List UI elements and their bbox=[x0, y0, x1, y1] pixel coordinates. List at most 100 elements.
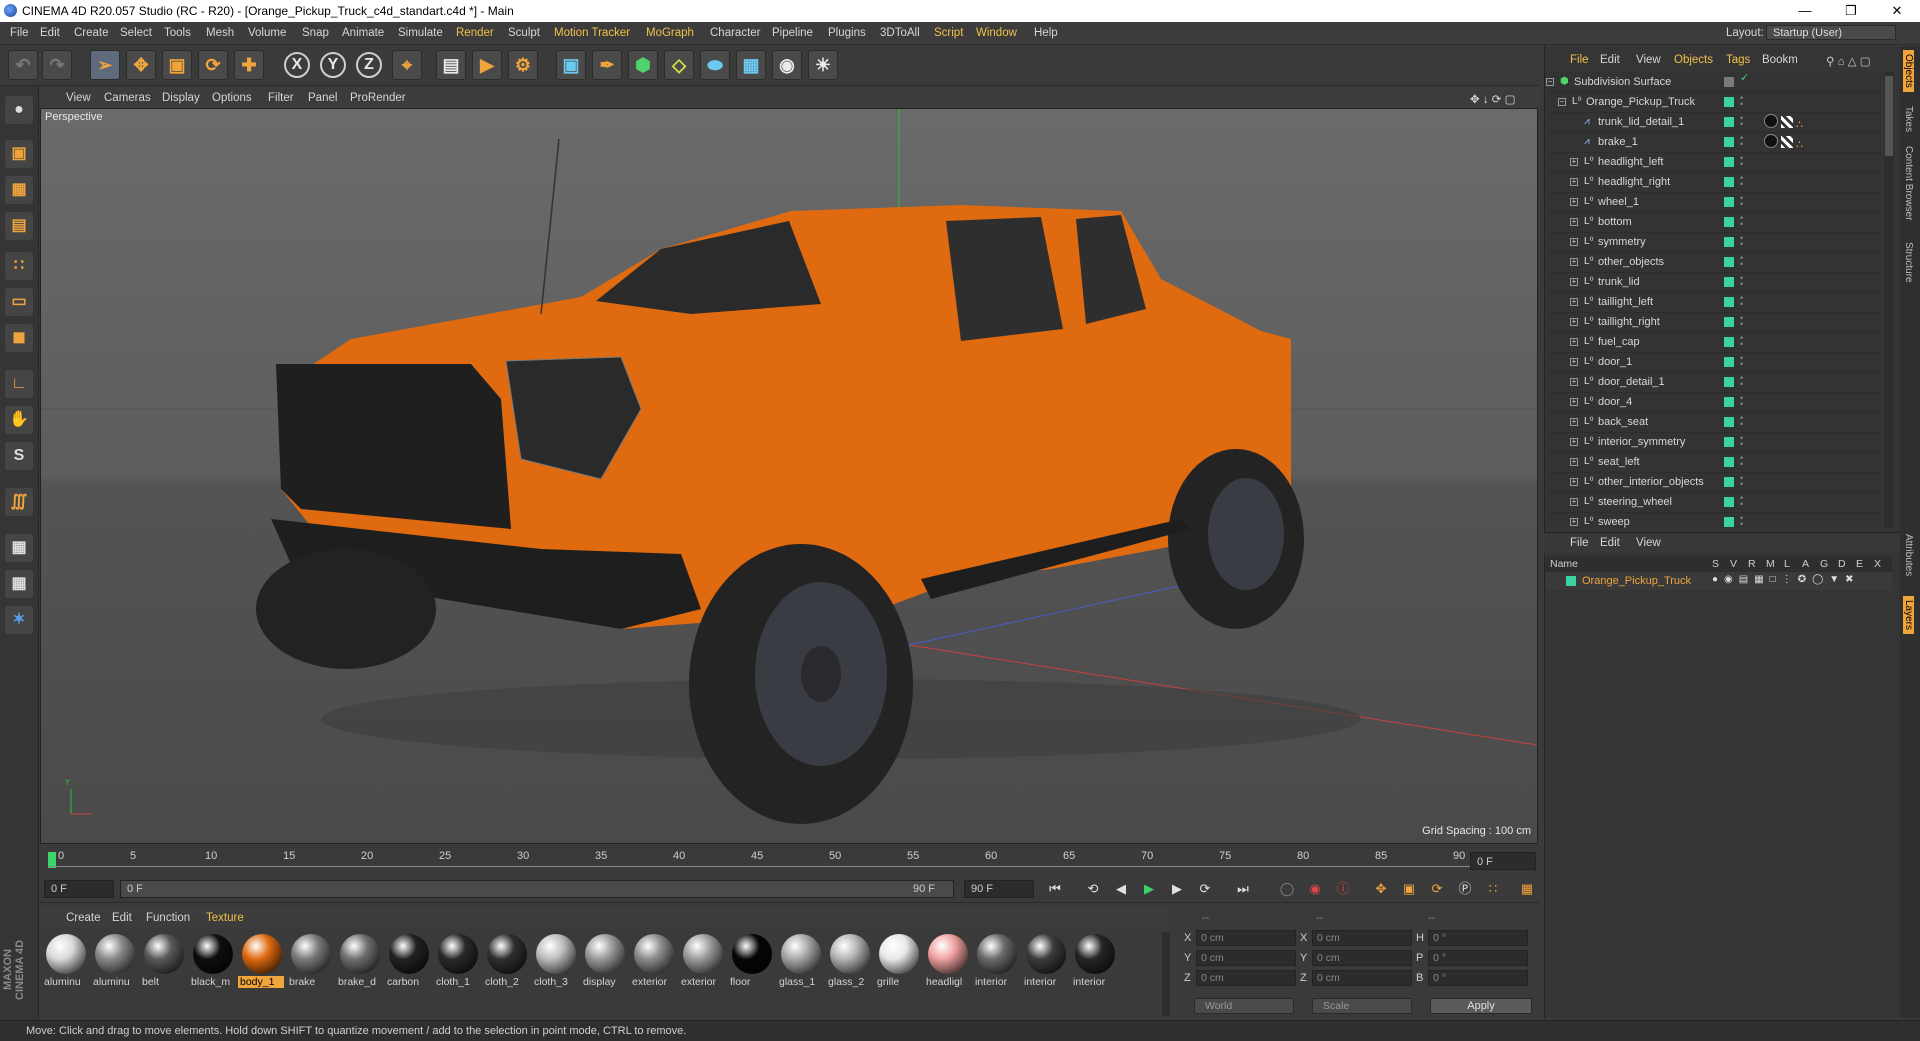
timeline-window-icon[interactable]: ▦ bbox=[1516, 879, 1538, 899]
goto-start-icon[interactable]: ⏮ bbox=[1044, 879, 1066, 899]
layer-color-icon[interactable] bbox=[1724, 517, 1734, 527]
visibility-toggle-icon[interactable]: • • bbox=[1740, 414, 1743, 429]
tab-takes[interactable]: Takes bbox=[1903, 106, 1914, 132]
material-menu-texture[interactable]: Texture bbox=[206, 912, 244, 924]
object-name[interactable]: door_1 bbox=[1598, 356, 1632, 368]
material-tags-icon[interactable]: ∴ bbox=[1764, 114, 1803, 131]
render-picture-viewer-icon[interactable]: ▶ bbox=[472, 50, 502, 80]
subdivision-surface-icon[interactable]: ⬢ bbox=[628, 50, 658, 80]
layer-color-icon[interactable] bbox=[1724, 337, 1734, 347]
coord-value-field[interactable]: 0 ° bbox=[1428, 950, 1528, 966]
object-name[interactable]: sweep bbox=[1598, 516, 1630, 528]
snapping-icon[interactable]: S bbox=[5, 442, 33, 470]
coordinate-system-icon[interactable]: ⌖ bbox=[392, 50, 422, 80]
keyframe-selection-icon[interactable]: ⓘ bbox=[1332, 879, 1354, 899]
material-swatch[interactable]: body_1 bbox=[238, 932, 284, 990]
object-row[interactable]: + L⁰ steering_wheel • • bbox=[1546, 492, 1882, 513]
object-row[interactable]: ⩘ brake_1 • • ∴ bbox=[1546, 132, 1882, 153]
visibility-toggle-icon[interactable]: • • bbox=[1740, 494, 1743, 509]
workplane-icon[interactable]: ▤ bbox=[5, 212, 33, 240]
object-name[interactable]: wheel_1 bbox=[1598, 196, 1639, 208]
expand-toggle-icon[interactable]: + bbox=[1570, 418, 1578, 426]
visibility-toggle-icon[interactable]: • • bbox=[1740, 474, 1743, 489]
x-axis-icon[interactable]: X bbox=[284, 52, 310, 78]
coord-value-field[interactable]: 0 cm bbox=[1196, 970, 1296, 986]
expand-toggle-icon[interactable]: + bbox=[1570, 178, 1578, 186]
viewport-menu-prorender[interactable]: ProRender bbox=[350, 92, 406, 104]
previous-key-icon[interactable]: ⟲ bbox=[1082, 879, 1104, 899]
cloner-icon[interactable]: ◇ bbox=[664, 50, 694, 80]
layer-color-icon[interactable] bbox=[1724, 437, 1734, 447]
coord-value-field[interactable]: 0 cm bbox=[1312, 930, 1412, 946]
viewport-menu-options[interactable]: Options bbox=[212, 92, 252, 104]
expand-toggle-icon[interactable]: + bbox=[1570, 378, 1578, 386]
menu-window[interactable]: Window bbox=[976, 27, 1017, 39]
material-swatch[interactable]: display bbox=[581, 932, 627, 990]
visibility-toggle-icon[interactable]: • • bbox=[1740, 454, 1743, 469]
object-name[interactable]: back_seat bbox=[1598, 416, 1648, 428]
scroll-thumb[interactable] bbox=[1885, 76, 1893, 156]
planar-workplane-icon[interactable]: ▦ bbox=[5, 570, 33, 598]
expand-toggle-icon[interactable]: + bbox=[1570, 498, 1578, 506]
deformer-icon[interactable]: ⬬ bbox=[700, 50, 730, 80]
layer-color-icon[interactable] bbox=[1724, 157, 1734, 167]
menu-volume[interactable]: Volume bbox=[248, 27, 286, 39]
menu-3dtoall[interactable]: 3DToAll bbox=[880, 27, 920, 39]
lock-workplane-icon[interactable]: ▦ bbox=[5, 534, 33, 562]
material-swatch[interactable]: interior bbox=[1022, 932, 1068, 990]
z-axis-icon[interactable]: Z bbox=[356, 52, 382, 78]
tab-objects[interactable]: Objects bbox=[1903, 50, 1914, 92]
object-row[interactable]: + L⁰ sweep • • bbox=[1546, 512, 1882, 528]
expand-toggle-icon[interactable]: + bbox=[1570, 518, 1578, 526]
redo-icon[interactable]: ↷ bbox=[42, 50, 72, 80]
layers-menu-file[interactable]: File bbox=[1570, 537, 1589, 549]
expand-toggle-icon[interactable]: + bbox=[1570, 338, 1578, 346]
object-row[interactable]: + L⁰ door_1 • • bbox=[1546, 352, 1882, 373]
object-name[interactable]: door_4 bbox=[1598, 396, 1632, 408]
expand-toggle-icon[interactable]: + bbox=[1570, 278, 1578, 286]
key-parameter-icon[interactable]: Ⓟ bbox=[1454, 879, 1476, 899]
y-axis-icon[interactable]: Y bbox=[320, 52, 346, 78]
material-swatch[interactable]: aluminu bbox=[42, 932, 88, 990]
coordinate-world-dropdown[interactable]: World bbox=[1194, 998, 1294, 1014]
rotate-tool-icon[interactable]: ⟳ bbox=[198, 50, 228, 80]
visibility-toggle-icon[interactable]: • • bbox=[1740, 434, 1743, 449]
layer-name[interactable]: Orange_Pickup_Truck bbox=[1582, 575, 1691, 587]
viewport-menu-panel[interactable]: Panel bbox=[308, 92, 337, 104]
key-scale-icon[interactable]: ▣ bbox=[1398, 879, 1420, 899]
previous-frame-icon[interactable]: ◀ bbox=[1110, 879, 1132, 899]
expand-toggle-icon[interactable]: + bbox=[1570, 158, 1578, 166]
objects-menu-view[interactable]: View bbox=[1636, 54, 1661, 66]
key-pla-icon[interactable]: ∷ bbox=[1482, 879, 1504, 899]
menu-mesh[interactable]: Mesh bbox=[206, 27, 234, 39]
expand-toggle-icon[interactable]: − bbox=[1546, 78, 1554, 86]
menu-simulate[interactable]: Simulate bbox=[398, 27, 443, 39]
viewport-menu-cameras[interactable]: Cameras bbox=[104, 92, 151, 104]
visibility-toggle-icon[interactable]: • • bbox=[1740, 94, 1743, 109]
visibility-toggle-icon[interactable]: • • bbox=[1740, 234, 1743, 249]
object-name[interactable]: taillight_right bbox=[1598, 316, 1660, 328]
layer-color-icon[interactable] bbox=[1724, 137, 1734, 147]
menu-create[interactable]: Create bbox=[74, 27, 109, 39]
tweak-mode-icon[interactable]: ✋ bbox=[5, 406, 33, 434]
visibility-toggle-icon[interactable]: • • bbox=[1740, 114, 1743, 129]
object-name[interactable]: door_detail_1 bbox=[1598, 376, 1665, 388]
layer-color-icon[interactable] bbox=[1724, 477, 1734, 487]
visibility-toggle-icon[interactable]: • • bbox=[1740, 394, 1743, 409]
menu-edit[interactable]: Edit bbox=[40, 27, 60, 39]
python-icon[interactable]: ✶ bbox=[5, 606, 33, 634]
layer-color-icon[interactable] bbox=[1724, 497, 1734, 507]
menu-animate[interactable]: Animate bbox=[342, 27, 384, 39]
layer-color-icon[interactable] bbox=[1724, 177, 1734, 187]
expand-toggle-icon[interactable]: + bbox=[1570, 258, 1578, 266]
menu-plugins[interactable]: Plugins bbox=[828, 27, 866, 39]
viewport-menu-view[interactable]: View bbox=[66, 92, 91, 104]
material-swatch[interactable]: floor bbox=[728, 932, 774, 990]
object-name[interactable]: seat_left bbox=[1598, 456, 1640, 468]
material-swatch[interactable]: brake_d bbox=[336, 932, 382, 990]
expand-toggle-icon[interactable]: − bbox=[1558, 98, 1566, 106]
layer-color-icon[interactable] bbox=[1724, 277, 1734, 287]
visibility-toggle-icon[interactable]: • • bbox=[1740, 154, 1743, 169]
live-selection-icon[interactable]: ➢ bbox=[90, 50, 120, 80]
apply-button[interactable]: Apply bbox=[1430, 998, 1532, 1014]
